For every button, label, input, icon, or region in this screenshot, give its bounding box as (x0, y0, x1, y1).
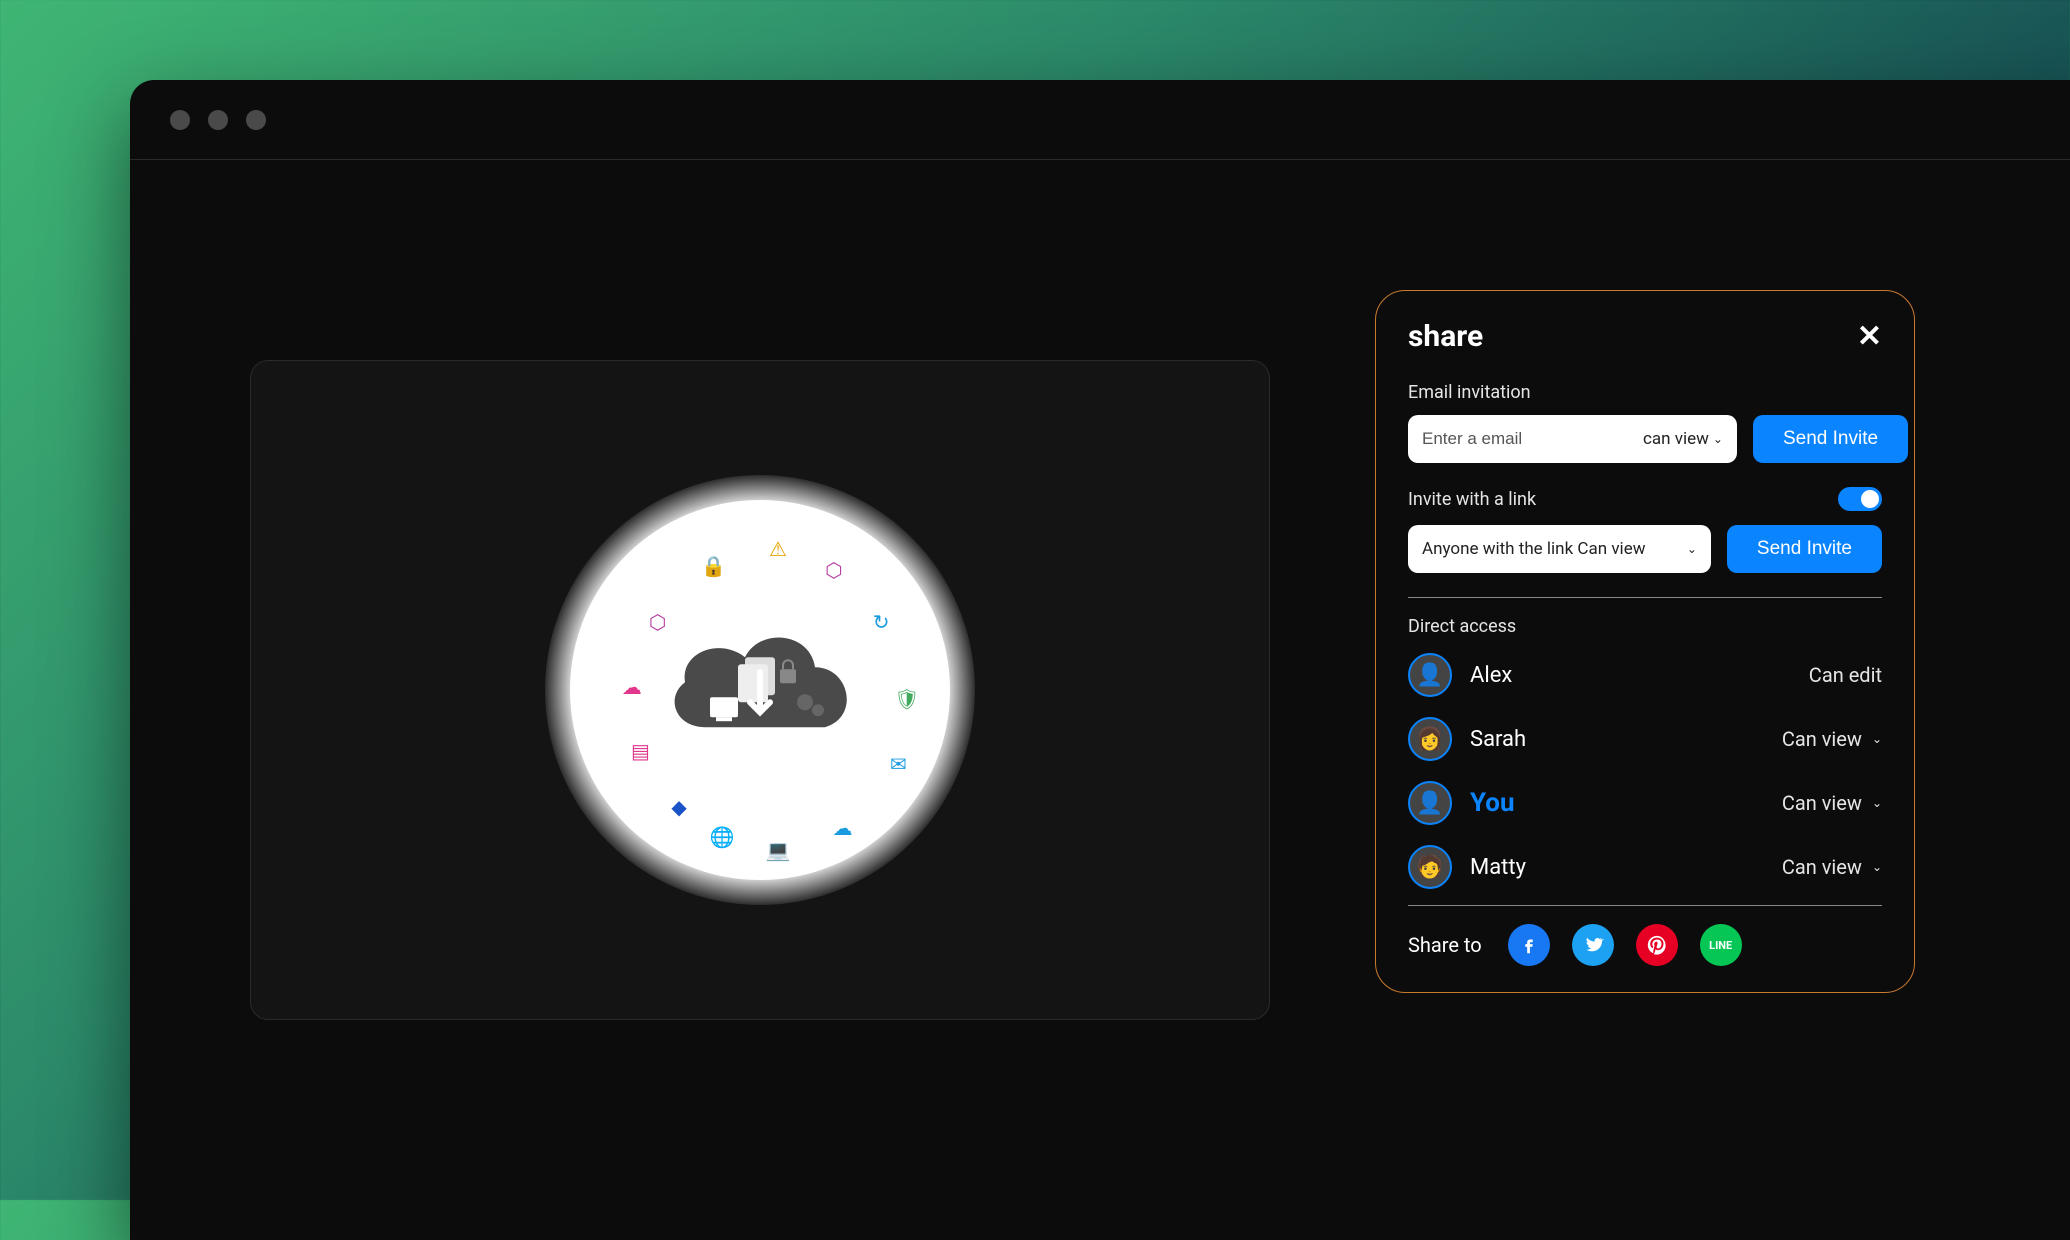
send-link-invite-button[interactable]: Send Invite (1727, 525, 1882, 573)
artwork-circle: ⚠ 🔒 ⬡ ⬡ ↻ ☁ 🛡 ▤ ✉ ◆ ☁ 🌐 💻 (545, 475, 975, 905)
share-title: share (1408, 319, 1483, 354)
email-section-label: Email invitation (1408, 382, 1882, 403)
window-zoom-dot[interactable] (246, 110, 266, 130)
avatar: 👤 (1408, 653, 1452, 697)
warning-icon: ⚠ (760, 531, 796, 567)
user-row: 🧑 Matty Can view ⌄ (1408, 835, 1882, 899)
content-area: ⚠ 🔒 ⬡ ⬡ ↻ ☁ 🛡 ▤ ✉ ◆ ☁ 🌐 💻 share ✕ Email … (130, 160, 2070, 1240)
divider (1408, 597, 1882, 598)
direct-access-label: Direct access (1408, 616, 1882, 637)
window-close-dot[interactable] (170, 110, 190, 130)
facebook-icon[interactable] (1508, 924, 1550, 966)
email-permission-label: can view (1643, 429, 1709, 449)
link-permission-text: Anyone with the link Can view (1422, 539, 1645, 559)
hex-icon: ⬡ (816, 552, 852, 588)
window-minimize-dot[interactable] (208, 110, 228, 130)
sync-icon: ↻ (863, 604, 899, 640)
send-email-invite-button[interactable]: Send Invite (1753, 415, 1908, 463)
user-name-you: You (1470, 788, 1515, 818)
shield-icon: 🛡 (889, 681, 925, 717)
user-name: Sarah (1470, 727, 1526, 752)
cloud-small-icon: ☁ (614, 669, 650, 705)
link-invite-toggle[interactable] (1838, 487, 1882, 511)
user-row: 👤 Alex Can edit (1408, 643, 1882, 707)
hex-alt-icon: ⬡ (640, 604, 676, 640)
email-field-wrapper: can view ⌄ (1408, 415, 1737, 463)
chevron-down-icon: ⌄ (1687, 542, 1697, 556)
badge-icon: ◆ (661, 789, 697, 825)
line-icon[interactable]: LINE (1700, 924, 1742, 966)
padlock-icon: 🔒 (696, 548, 732, 584)
mail-icon: ✉ (880, 746, 916, 782)
close-icon[interactable]: ✕ (1857, 322, 1882, 352)
user-name: Matty (1470, 855, 1526, 880)
user-permission-dropdown[interactable]: Can view ⌄ (1782, 791, 1882, 815)
user-name: Alex (1470, 663, 1512, 688)
share-to-row: Share to LINE (1408, 924, 1882, 966)
laptop-icon: 💻 (760, 832, 796, 868)
chevron-down-icon: ⌄ (1713, 432, 1723, 446)
cloud-lock-icon: ☁ (825, 810, 861, 846)
link-permission-select[interactable]: Anyone with the link Can view ⌄ (1408, 525, 1711, 573)
twitter-icon[interactable] (1572, 924, 1614, 966)
user-row: 👤 You Can view ⌄ (1408, 771, 1882, 835)
server-icon: ▤ (622, 733, 658, 769)
user-permission-dropdown[interactable]: Can view ⌄ (1782, 727, 1882, 751)
pinterest-icon[interactable] (1636, 924, 1678, 966)
share-panel: share ✕ Email invitation can view ⌄ Send… (1375, 290, 1915, 993)
traffic-lights (170, 110, 266, 130)
avatar: 👤 (1408, 781, 1452, 825)
avatar: 👩 (1408, 717, 1452, 761)
chevron-down-icon: ⌄ (1872, 860, 1882, 874)
cloud-icon (650, 617, 870, 757)
email-permission-dropdown[interactable]: can view ⌄ (1643, 429, 1723, 449)
avatar: 🧑 (1408, 845, 1452, 889)
globe-icon: 🌐 (704, 819, 740, 855)
user-permission: Can edit (1809, 663, 1882, 687)
chevron-down-icon: ⌄ (1872, 732, 1882, 746)
chevron-down-icon: ⌄ (1872, 796, 1882, 810)
divider (1408, 905, 1882, 906)
app-window: ⚠ 🔒 ⬡ ⬡ ↻ ☁ 🛡 ▤ ✉ ◆ ☁ 🌐 💻 share ✕ Email … (130, 80, 2070, 1240)
email-input[interactable] (1422, 429, 1643, 449)
share-to-label: Share to (1408, 933, 1482, 957)
document-canvas: ⚠ 🔒 ⬡ ⬡ ↻ ☁ 🛡 ▤ ✉ ◆ ☁ 🌐 💻 (250, 360, 1270, 1020)
link-section-label: Invite with a link (1408, 489, 1536, 510)
user-permission-dropdown[interactable]: Can view ⌄ (1782, 855, 1882, 879)
user-row: 👩 Sarah Can view ⌄ (1408, 707, 1882, 771)
titlebar (130, 80, 2070, 160)
